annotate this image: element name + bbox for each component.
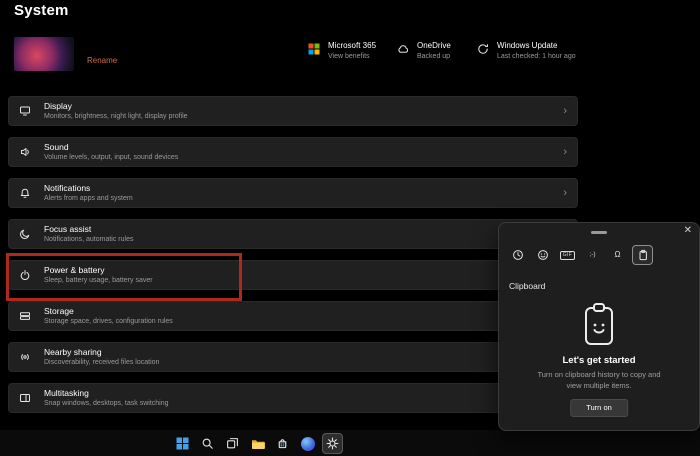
nearby-sharing-icon [19, 351, 33, 363]
task-view-icon[interactable] [222, 433, 243, 454]
status-title: Windows Update [497, 41, 558, 50]
status-subtitle: Last checked: 1 hour ago [497, 52, 576, 60]
settings-row-storage[interactable]: Storage Storage space, drives, configura… [8, 301, 578, 331]
panel-description: Turn on clipboard history to copy and vi… [537, 370, 661, 391]
settings-row-focus-assist[interactable]: Focus assist Notifications, automatic ru… [8, 219, 578, 249]
row-subtitle: Storage space, drives, configuration rul… [44, 317, 173, 325]
recent-clock-icon[interactable] [507, 245, 528, 265]
settings-row-multitasking[interactable]: Multitasking Snap windows, desktops, tas… [8, 383, 578, 413]
status-onedrive[interactable]: OneDrive Backed up [397, 42, 451, 60]
panel-drag-handle[interactable] [591, 231, 607, 234]
settings-row-display[interactable]: Display Monitors, brightness, night ligh… [8, 96, 578, 126]
row-title: Multitasking [44, 388, 89, 399]
row-subtitle: Sleep, battery usage, battery saver [44, 276, 153, 284]
rename-link[interactable]: Rename [87, 56, 117, 65]
row-subtitle: Volume levels, output, input, sound devi… [44, 153, 179, 161]
row-title: Notifications [44, 183, 91, 194]
chevron-right-icon: › [563, 186, 567, 199]
status-windows-update[interactable]: Windows Update Last checked: 1 hour ago [477, 42, 576, 60]
page-title: System [14, 2, 69, 19]
status-title: Microsoft 365 [328, 41, 377, 50]
onedrive-cloud-icon [397, 42, 410, 55]
settings-row-power-battery[interactable]: Power & battery Sleep, battery usage, ba… [8, 260, 578, 290]
emoji-icon[interactable] [532, 245, 553, 265]
gif-icon[interactable]: GIF [557, 245, 578, 265]
row-title: Nearby sharing [44, 347, 102, 358]
row-title: Focus assist [44, 224, 92, 235]
settings-gear-icon[interactable] [322, 433, 343, 454]
sound-icon [19, 146, 33, 158]
focus-assist-moon-icon [19, 228, 33, 240]
row-subtitle: Snap windows, desktops, task switching [44, 399, 169, 407]
clipboard-icon[interactable] [632, 245, 653, 265]
row-title: Storage [44, 306, 74, 317]
multitasking-icon [19, 392, 33, 404]
row-title: Power & battery [44, 265, 105, 276]
status-subtitle: Backed up [417, 52, 451, 60]
start-button[interactable] [172, 433, 193, 454]
row-title: Sound [44, 142, 69, 153]
taskbar [0, 430, 700, 456]
status-subtitle: View benefits [328, 52, 370, 60]
status-title: OneDrive [417, 41, 451, 50]
clipboard-illustration [581, 301, 617, 354]
file-explorer-icon[interactable] [247, 433, 268, 454]
close-icon[interactable]: ✕ [684, 225, 692, 236]
power-icon [19, 269, 33, 281]
symbols-icon[interactable]: Ω [607, 245, 628, 265]
panel-section-label: Clipboard [509, 281, 546, 291]
storage-icon [19, 310, 33, 322]
row-subtitle: Alerts from apps and system [44, 194, 133, 202]
settings-row-notifications[interactable]: Notifications Alerts from apps and syste… [8, 178, 578, 208]
row-subtitle: Monitors, brightness, night light, displ… [44, 112, 188, 120]
settings-row-sound[interactable]: Sound Volume levels, output, input, soun… [8, 137, 578, 167]
clipboard-panel: ✕ GIF ;-) Ω Clipboard Let's get started … [498, 222, 700, 431]
store-icon[interactable] [272, 433, 293, 454]
edge-icon[interactable] [297, 433, 318, 454]
panel-tab-bar: GIF ;-) Ω [507, 245, 653, 265]
display-icon [19, 105, 33, 117]
search-icon[interactable] [197, 433, 218, 454]
panel-heading: Let's get started [562, 355, 636, 366]
row-subtitle: Discoverability, received files location [44, 358, 160, 366]
notifications-bell-icon [19, 187, 33, 199]
device-preview-thumbnail [14, 37, 74, 71]
row-subtitle: Notifications, automatic rules [44, 235, 134, 243]
microsoft-logo-icon [308, 42, 321, 55]
chevron-right-icon: › [563, 104, 567, 117]
windows-update-icon [477, 42, 490, 55]
chevron-right-icon: › [563, 145, 567, 158]
turn-on-button[interactable]: Turn on [570, 399, 628, 417]
status-microsoft-365[interactable]: Microsoft 365 View benefits [308, 42, 376, 60]
settings-row-nearby-sharing[interactable]: Nearby sharing Discoverability, received… [8, 342, 578, 372]
row-title: Display [44, 101, 72, 112]
kaomoji-icon[interactable]: ;-) [582, 245, 603, 265]
